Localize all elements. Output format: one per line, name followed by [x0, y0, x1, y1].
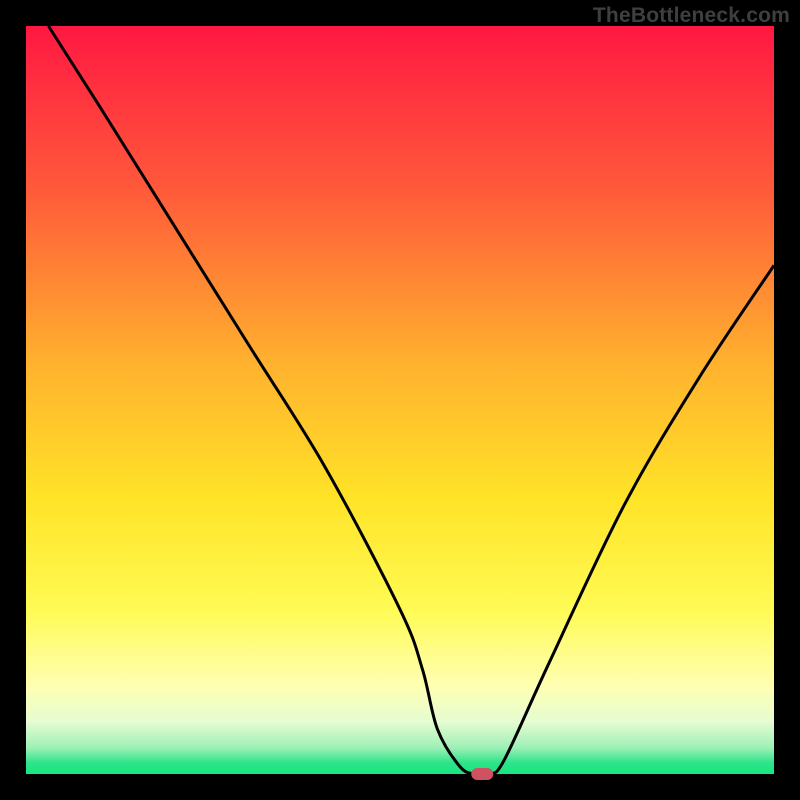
watermark-text: TheBottleneck.com: [593, 4, 790, 28]
optimal-point-marker: [471, 768, 493, 780]
plot-background: [26, 26, 774, 774]
chart-canvas: [0, 0, 800, 800]
bottleneck-chart: TheBottleneck.com: [0, 0, 800, 800]
